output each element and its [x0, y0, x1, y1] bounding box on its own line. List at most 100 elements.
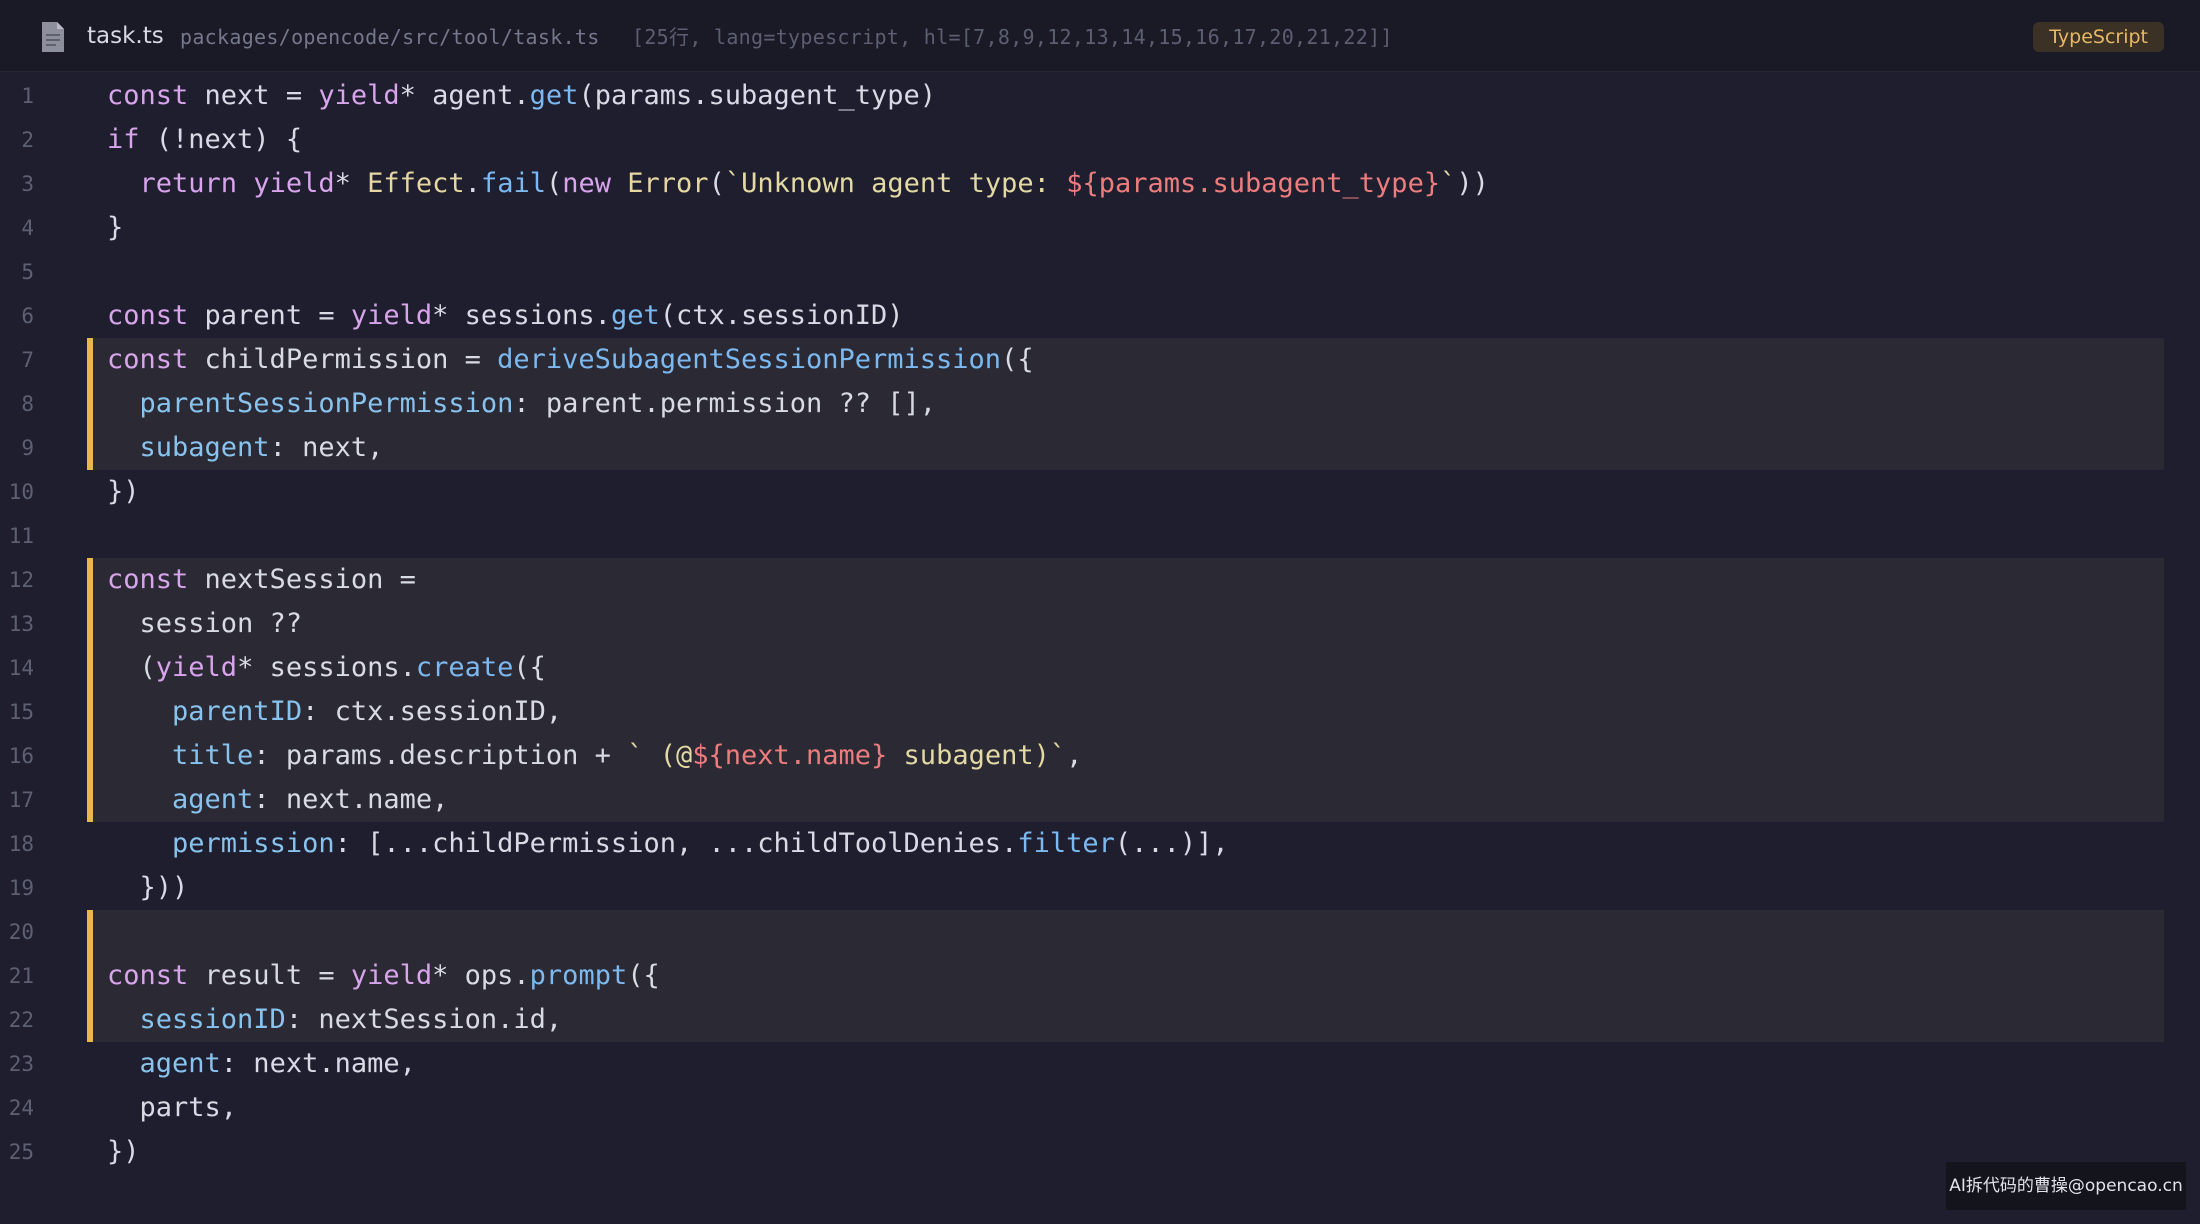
- code-token: * agent.: [399, 80, 530, 111]
- line-number: 7: [21, 348, 34, 372]
- code-line: 6 const parent = yield* sessions.get(ctx.…: [0, 294, 2200, 338]
- code-line: 10}): [0, 470, 2200, 514]
- line-number: 2: [21, 128, 34, 152]
- code-token: next =: [188, 80, 319, 111]
- code-token: deriveSubagentSessionPermission: [497, 344, 1002, 375]
- code-line: 8 parentSessionPermission: parent.permis…: [0, 382, 2200, 426]
- code-token: parts,: [107, 1092, 238, 1123]
- code-line: 22 sessionID: nextSession.id,: [0, 998, 2200, 1042]
- code-token: (...)],: [1114, 828, 1229, 859]
- code-token: ${next.name}: [692, 740, 888, 771]
- line-code: title: params.description + ` (@${next.n…: [107, 734, 1082, 778]
- line-number: 24: [8, 1096, 34, 1120]
- line-number: 14: [8, 656, 34, 680]
- code-token: : nextSession.id,: [285, 1004, 563, 1035]
- code-token: const: [107, 300, 189, 331]
- code-token: subagent)`: [887, 740, 1067, 771]
- code-token: (: [545, 168, 563, 199]
- code-token: *: [334, 168, 368, 199]
- code-token: const: [107, 960, 189, 991]
- code-line: 3 return yield* Effect.fail(new Error(`U…: [0, 162, 2200, 206]
- code-line: 15 parentID: ctx.sessionID,: [0, 690, 2200, 734]
- code-token: : parent.permission ?? [],: [513, 388, 937, 419]
- code-token: yield: [253, 168, 335, 199]
- code-line: 13 session ??: [0, 602, 2200, 646]
- code-line: 19 })): [0, 866, 2200, 910]
- line-number: 15: [8, 700, 34, 724]
- code-line: 1 const next = yield* agent.get(params.su…: [0, 74, 2200, 118]
- file-icon: [42, 22, 64, 52]
- line-code: const next = yield* agent.get(params.sub…: [107, 74, 936, 118]
- line-number: 5: [21, 260, 34, 284]
- line-number: 13: [8, 612, 34, 636]
- code-token: yield: [318, 80, 400, 111]
- line-number: 16: [8, 744, 34, 768]
- code-token: (: [708, 168, 725, 199]
- code-token: agent: [139, 1048, 221, 1079]
- file-name: task.ts: [87, 23, 164, 49]
- line-number: 22: [8, 1008, 34, 1032]
- line-code: const childPermission = deriveSubagentSe…: [107, 338, 1034, 382]
- line-code: sessionID: nextSession.id,: [107, 998, 563, 1042]
- code-line: 24 parts,: [0, 1086, 2200, 1130]
- code-token: .: [464, 168, 481, 199]
- code-token: new: [562, 168, 612, 199]
- line-number: 8: [21, 392, 34, 416]
- code-line: 11: [0, 514, 2200, 558]
- line-code: session ??: [107, 602, 303, 646]
- line-code: const parent = yield* sessions.get(ctx.s…: [107, 294, 904, 338]
- line-number: 23: [8, 1052, 34, 1076]
- line-number: 12: [8, 568, 34, 592]
- line-code: }): [107, 1130, 140, 1174]
- code-token: const: [107, 344, 189, 375]
- line-number: 10: [8, 480, 34, 504]
- code-line: 2 if (!next) {: [0, 118, 2200, 162]
- code-token: * sessions.: [237, 652, 416, 683]
- editor-header: task.ts packages/opencode/src/tool/task.…: [0, 0, 2200, 72]
- code-token: const: [107, 80, 189, 111]
- language-badge: TypeScript: [2033, 22, 2164, 52]
- code-token: (params.subagent_type): [578, 80, 937, 111]
- code-line: 18 permission: [...childPermission, ...c…: [0, 822, 2200, 866]
- file-path: packages/opencode/src/tool/task.ts: [180, 25, 600, 49]
- code-line: 5: [0, 250, 2200, 294]
- code-line: 23 agent: next.name,: [0, 1042, 2200, 1086]
- code-token: const: [107, 564, 189, 595]
- code-line: 7 const childPermission = deriveSubagentS…: [0, 338, 2200, 382]
- code-token: }): [107, 1136, 140, 1167]
- code-token: fail: [480, 168, 546, 199]
- code-line: 9 subagent: next,: [0, 426, 2200, 470]
- code-token: }): [107, 476, 140, 507]
- code-token: yield: [155, 652, 238, 683]
- line-number: 6: [21, 304, 34, 328]
- code-token: permission: [172, 828, 335, 859]
- line-code: permission: [...childPermission, ...chil…: [107, 822, 1229, 866]
- code-token: ({: [1001, 344, 1034, 375]
- code-token: : next.name,: [220, 1048, 416, 1079]
- line-number: 25: [8, 1140, 34, 1164]
- code-token: title: [172, 740, 254, 771]
- code-token: if: [107, 124, 140, 155]
- code-token: result =: [188, 960, 351, 991]
- line-number: 11: [8, 524, 34, 548]
- code-token: get: [529, 80, 579, 111]
- code-line: 21 const result = yield* ops.prompt({: [0, 954, 2200, 998]
- code-token: return: [139, 168, 238, 199]
- line-code: const result = yield* ops.prompt({: [107, 954, 660, 998]
- code-token: : params.description +: [253, 740, 628, 771]
- code-token: subagent: [139, 432, 270, 463]
- line-highlight: [87, 602, 2164, 646]
- code-token: (!next) {: [139, 124, 303, 155]
- line-number: 1: [21, 84, 34, 108]
- code-token: `Unknown agent type:: [724, 168, 1067, 199]
- code-line: 14 (yield* sessions.create({: [0, 646, 2200, 690]
- line-code: })): [107, 866, 189, 910]
- line-code: agent: next.name,: [107, 1042, 416, 1086]
- line-code: subagent: next,: [107, 426, 384, 470]
- code-line: 25}): [0, 1130, 2200, 1174]
